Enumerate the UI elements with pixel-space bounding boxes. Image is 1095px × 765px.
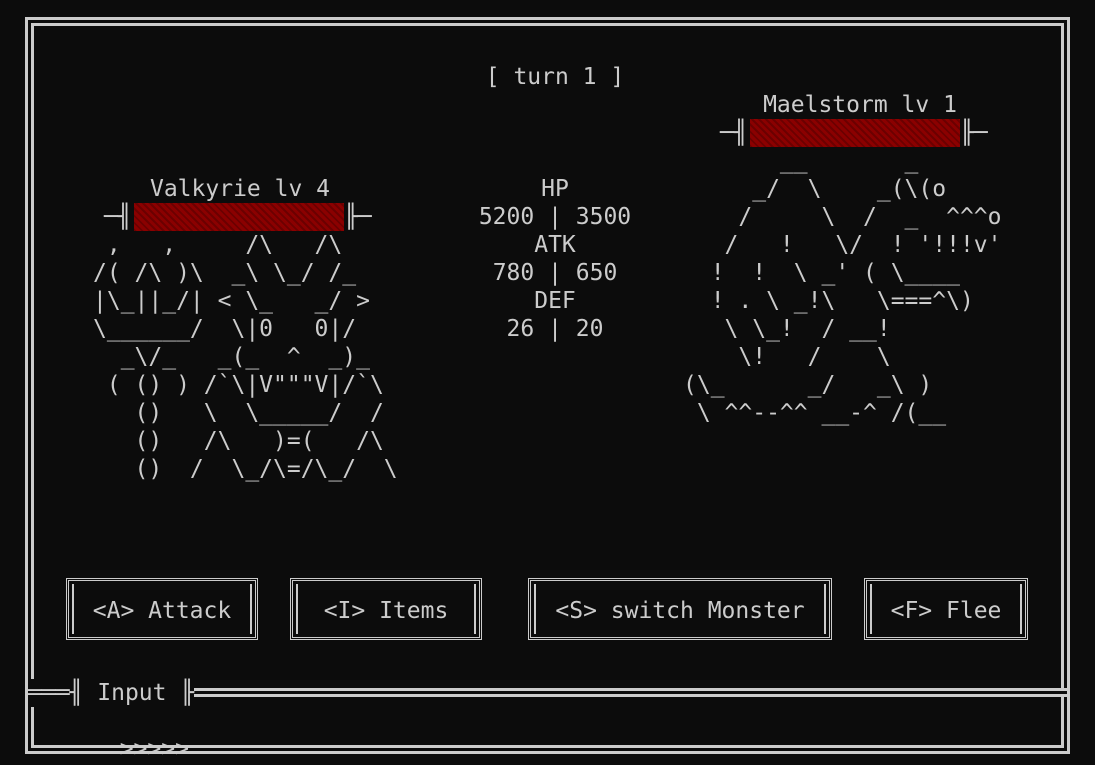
def-label: DEF bbox=[534, 288, 576, 314]
player-art-line: /( /\ )\ _\ \_/ /_ bbox=[93, 260, 357, 286]
def-values: 26 | 20 bbox=[506, 316, 604, 342]
flee-button-label: <F> Flee bbox=[890, 598, 1002, 624]
switch-monster-button[interactable]: <S> switch Monster bbox=[528, 578, 832, 640]
player-art-line: ( () ) /`\|V"""V|/`\ bbox=[93, 372, 384, 398]
enemy-art-line: \! / \ bbox=[683, 344, 891, 370]
player-art-line: \______/ \|0 0|/ bbox=[93, 316, 357, 342]
flee-button[interactable]: <F> Flee bbox=[864, 578, 1028, 640]
player-art-line: () /\ )=( /\ bbox=[93, 428, 384, 454]
turn-label: [ turn 1 ] bbox=[485, 64, 625, 90]
enemy-health-bar: ─╢ ╟─ bbox=[720, 119, 990, 147]
atk-label: ATK bbox=[534, 232, 576, 258]
player-health-bar-left-cap: ─╢ bbox=[104, 204, 132, 230]
player-art-line: () \ \_____/ / bbox=[93, 400, 384, 426]
hp-values: 5200 | 3500 bbox=[478, 204, 632, 230]
enemy-art-line: / \ / _ ^^^o bbox=[683, 204, 1002, 230]
enemy-art-line: __ _ bbox=[683, 148, 919, 174]
enemy-health-fill bbox=[750, 119, 960, 147]
enemy-art-line: ! ! \ _' ( \____ bbox=[683, 260, 960, 286]
input-title: Input bbox=[97, 680, 167, 706]
input-prompt: >>>>> bbox=[119, 736, 189, 762]
attack-button[interactable]: <A> Attack bbox=[66, 578, 258, 640]
items-button-label: <I> Items bbox=[323, 598, 449, 624]
enemy-art-line: ! . \ _!\ \===^\) bbox=[683, 288, 974, 314]
player-art-line: _\/_ _(_ ^ _)_ bbox=[93, 344, 370, 370]
player-health-bar: ─╢ ╟─ bbox=[104, 203, 374, 231]
player-ascii-art: , , /\ /\/( /\ )\ _\ \_/ /_ |\_||_/| < \_… bbox=[93, 231, 398, 483]
player-name: Valkyrie lv 4 bbox=[149, 176, 330, 202]
enemy-ascii-art: __ _ _/ \ _(\(o / \ / _ ^^^o / ! \/ ! '!… bbox=[683, 147, 1002, 427]
enemy-art-line: \ ^^--^^ __-^ /(__ bbox=[683, 400, 947, 426]
attack-button-label: <A> Attack bbox=[92, 598, 232, 624]
enemy-name: Maelstorm lv 1 bbox=[763, 92, 957, 118]
atk-values: 780 | 650 bbox=[492, 260, 618, 286]
enemy-health-bar-left-cap: ─╢ bbox=[720, 120, 748, 146]
player-art-line: |\_||_/| < \_ _/ > bbox=[93, 288, 370, 314]
enemy-art-line: (\_ _/ _\ ) bbox=[683, 372, 933, 398]
switch-monster-button-label: <S> switch Monster bbox=[555, 598, 805, 624]
items-button[interactable]: <I> Items bbox=[290, 578, 482, 640]
input-field[interactable]: >>>>> bbox=[92, 707, 1052, 762]
enemy-art-line: / ! \/ ! '!!!v' bbox=[683, 232, 1002, 258]
player-health-bar-right-cap: ╟─ bbox=[344, 204, 372, 230]
hp-label: HP bbox=[541, 176, 569, 202]
stats-panel: HP 5200 | 3500 ATK 780 | 650 DEF 26 | 20 bbox=[440, 175, 670, 343]
player-health-fill bbox=[134, 203, 344, 231]
player-art-line: , , /\ /\ bbox=[93, 232, 343, 258]
player-art-line: () / \_/\=/\_/ \ bbox=[93, 456, 398, 482]
enemy-health-bar-right-cap: ╟─ bbox=[960, 120, 988, 146]
enemy-art-line: \ \_! / __! bbox=[683, 316, 891, 342]
input-title-tab: ═══╢ Input ╟ bbox=[28, 679, 195, 707]
enemy-art-line: _/ \ _(\(o bbox=[683, 176, 947, 202]
